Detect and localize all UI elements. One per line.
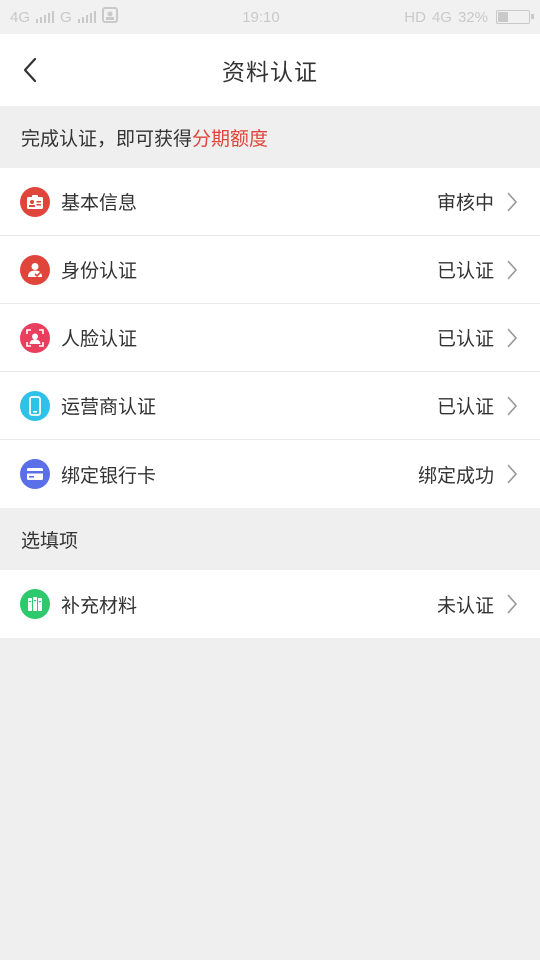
list-item-status: 审核中 xyxy=(436,192,494,214)
chevron-right-icon xyxy=(506,593,520,615)
notification-icon xyxy=(101,7,118,27)
list-item-materials[interactable]: 补充材料 未认证 xyxy=(0,570,540,638)
status-time: 19:10 xyxy=(242,8,280,26)
list-item-identity[interactable]: 身份认证 已认证 xyxy=(0,236,540,304)
list-item-bank-card[interactable]: 绑定银行卡 绑定成功 xyxy=(0,440,540,508)
status-bar: 4G G 19:10 HD 4G 32% xyxy=(0,0,540,34)
bank-card-icon xyxy=(20,459,50,489)
id-card-icon xyxy=(20,186,50,217)
hd-label: HD xyxy=(404,8,426,26)
list-item-status: 已认证 xyxy=(436,396,494,418)
nav-header: 资料认证 xyxy=(0,34,540,106)
chevron-right-icon xyxy=(506,327,520,349)
battery-icon xyxy=(495,10,534,24)
list-item-carrier[interactable]: 运营商认证 已认证 xyxy=(0,372,540,440)
list-item-status: 未认证 xyxy=(436,594,494,617)
list-item-status: 已认证 xyxy=(436,260,494,282)
list-item-label: 身份认证 xyxy=(61,260,138,282)
network-label-1: 4G xyxy=(10,8,31,26)
face-icon xyxy=(20,322,50,353)
list-item-label: 人脸认证 xyxy=(61,328,138,350)
status-bar-left: 4G G xyxy=(10,7,118,27)
phone-icon xyxy=(20,390,50,421)
chevron-right-icon xyxy=(506,191,520,213)
list-item-label: 绑定银行卡 xyxy=(61,464,157,487)
page-title: 资料认证 xyxy=(222,60,318,86)
network-label-3: 4G xyxy=(431,8,452,26)
required-list: 基本信息 审核中 身份认证 已认证 人脸认证 已认证 运营商认证 已认证 绑定银… xyxy=(0,168,540,508)
battery-percent: 32% xyxy=(457,8,488,26)
chevron-right-icon xyxy=(506,395,520,417)
chevron-left-icon xyxy=(23,57,37,83)
status-bar-right: HD 4G 32% xyxy=(404,8,534,26)
back-button[interactable] xyxy=(14,54,46,86)
list-item-label: 基本信息 xyxy=(61,192,138,214)
materials-icon xyxy=(20,589,50,619)
signal-icon xyxy=(36,11,55,23)
list-item-face[interactable]: 人脸认证 已认证 xyxy=(0,304,540,372)
identity-icon xyxy=(20,254,50,285)
list-item-label: 补充材料 xyxy=(61,594,138,617)
network-label-2: G xyxy=(60,8,72,26)
promo-banner: 完成认证，即可获得 分期额度 xyxy=(0,106,540,168)
promo-text: 完成认证，即可获得 xyxy=(21,127,193,150)
chevron-right-icon xyxy=(506,463,520,485)
list-item-label: 运营商认证 xyxy=(61,396,157,418)
optional-list: 补充材料 未认证 xyxy=(0,570,540,638)
optional-section-title: 选填项 xyxy=(21,529,79,552)
list-item-basic-info[interactable]: 基本信息 审核中 xyxy=(0,168,540,236)
chevron-right-icon xyxy=(506,259,520,281)
signal-icon-2 xyxy=(77,11,96,23)
list-item-status: 绑定成功 xyxy=(417,464,494,487)
promo-highlight: 分期额度 xyxy=(192,127,269,150)
list-item-status: 已认证 xyxy=(436,328,494,350)
